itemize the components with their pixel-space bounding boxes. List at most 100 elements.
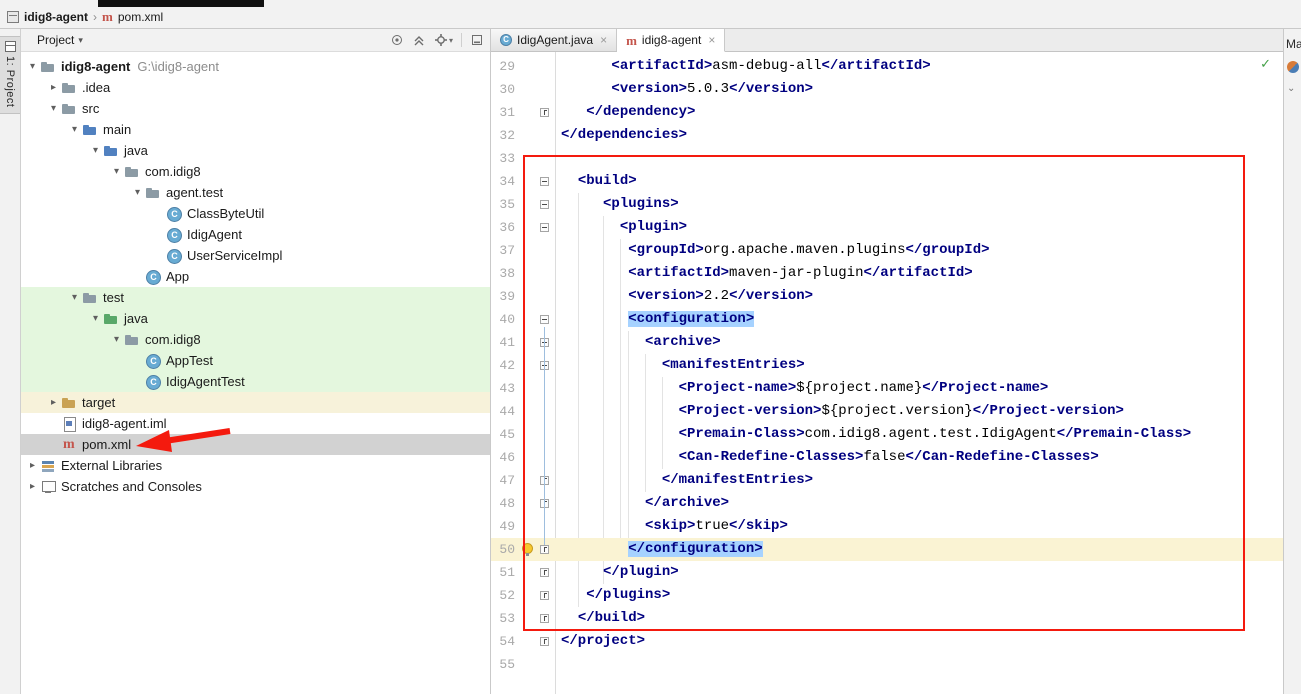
fold-start-marker[interactable] <box>540 223 549 232</box>
breadcrumb-project[interactable]: idig8-agent <box>24 10 88 24</box>
tree-collapsed-chevron-icon[interactable]: ▸ <box>25 460 40 471</box>
code-line-34[interactable]: 34 <build> <box>491 170 1283 193</box>
project-panel-title[interactable]: Project <box>37 33 74 47</box>
code-text[interactable]: </archive> <box>555 492 1283 515</box>
fold-end-marker[interactable] <box>540 108 549 117</box>
tree-item-idigagent[interactable]: IdigAgent <box>21 224 490 245</box>
tree-expanded-chevron-icon[interactable]: ▾ <box>67 124 82 135</box>
code-text[interactable]: </plugin> <box>555 561 1283 584</box>
code-text[interactable]: <version>2.2</version> <box>555 285 1283 308</box>
tab-idig8-agent-pom[interactable]: m idig8-agent × <box>617 29 726 52</box>
code-text[interactable]: </configuration> <box>555 538 1283 561</box>
code-text[interactable]: <Can-Redefine-Classes>false</Can-Redefin… <box>555 446 1283 469</box>
code-text[interactable]: <plugins> <box>555 193 1283 216</box>
code-line-49[interactable]: 49 <skip>true</skip> <box>491 515 1283 538</box>
close-icon[interactable]: × <box>600 33 607 47</box>
code-text[interactable]: <Premain-Class>com.idig8.agent.test.Idig… <box>555 423 1283 446</box>
fold-start-marker[interactable] <box>540 315 549 324</box>
tree-item-scratches-and-consoles[interactable]: ▸ Scratches and Consoles <box>21 476 490 497</box>
fold-start-marker[interactable] <box>540 200 549 209</box>
tree-expanded-chevron-icon[interactable]: ▾ <box>67 292 82 303</box>
tree-item--idea[interactable]: ▸ .idea <box>21 77 490 98</box>
fold-end-marker[interactable] <box>540 614 549 623</box>
tab-idigagent-java[interactable]: C IdigAgent.java × <box>491 29 618 51</box>
intention-bulb-icon[interactable] <box>522 543 533 556</box>
tree-item-src[interactable]: ▾ src <box>21 98 490 119</box>
code-line-33[interactable]: 33 <box>491 147 1283 170</box>
fold-end-marker[interactable] <box>540 568 549 577</box>
tree-item-agent-test[interactable]: ▾ agent.test <box>21 182 490 203</box>
code-text[interactable]: <groupId>org.apache.maven.plugins</group… <box>555 239 1283 262</box>
code-text[interactable]: </build> <box>555 607 1283 630</box>
code-line-51[interactable]: 51 </plugin> <box>491 561 1283 584</box>
code-text[interactable]: <artifactId>maven-jar-plugin</artifactId… <box>555 262 1283 285</box>
tree-collapsed-chevron-icon[interactable]: ▸ <box>25 481 40 492</box>
project-tool-window-button[interactable]: 1: Project <box>0 36 20 115</box>
tree-item-target[interactable]: ▸ target <box>21 392 490 413</box>
close-icon[interactable]: × <box>708 33 715 47</box>
code-line-32[interactable]: 32 </dependencies> <box>491 124 1283 147</box>
tree-item-userserviceimpl[interactable]: UserServiceImpl <box>21 245 490 266</box>
tree-item-java[interactable]: ▾ java <box>21 308 490 329</box>
panel-dropdown-icon[interactable]: ▾ <box>78 35 83 46</box>
collapse-all-icon[interactable] <box>412 33 426 47</box>
tree-item-app[interactable]: App <box>21 266 490 287</box>
code-text[interactable] <box>555 147 1283 170</box>
code-text[interactable]: <archive> <box>555 331 1283 354</box>
code-line-39[interactable]: 39 <version>2.2</version> <box>491 285 1283 308</box>
code-line-37[interactable]: 37 <groupId>org.apache.maven.plugins</gr… <box>491 239 1283 262</box>
code-line-36[interactable]: 36 <plugin> <box>491 216 1283 239</box>
code-text[interactable]: <artifactId>asm-debug-all</artifactId> <box>555 55 1283 78</box>
code-line-50[interactable]: 50 </configuration> <box>491 538 1283 561</box>
code-text[interactable]: <skip>true</skip> <box>555 515 1283 538</box>
fold-end-marker[interactable] <box>540 637 549 646</box>
fold-end-marker[interactable] <box>540 591 549 600</box>
chevron-down-icon[interactable]: ⌄ <box>1287 83 1295 94</box>
tree-item-com-idig8[interactable]: ▾ com.idig8 <box>21 329 490 350</box>
tree-item-main[interactable]: ▾ main <box>21 119 490 140</box>
tree-expanded-chevron-icon[interactable]: ▾ <box>25 61 40 72</box>
code-text[interactable]: <version>5.0.3</version> <box>555 78 1283 101</box>
fold-end-marker[interactable] <box>540 545 549 554</box>
gear-icon[interactable]: ▾ <box>434 33 453 47</box>
code-text[interactable]: </project> <box>555 630 1283 653</box>
code-text[interactable]: <Project-name>${project.name}</Project-n… <box>555 377 1283 400</box>
tree-item-classbyteutil[interactable]: ClassByteUtil <box>21 203 490 224</box>
tree-item-idig8-agent-iml[interactable]: idig8-agent.iml <box>21 413 490 434</box>
tree-item-java[interactable]: ▾ java <box>21 140 490 161</box>
code-line-53[interactable]: 53 </build> <box>491 607 1283 630</box>
tree-item-idigagenttest[interactable]: IdigAgentTest <box>21 371 490 392</box>
tree-item-test[interactable]: ▾ test <box>21 287 490 308</box>
code-line-42[interactable]: 42 <manifestEntries> <box>491 354 1283 377</box>
code-text[interactable]: <Project-version>${project.version}</Pro… <box>555 400 1283 423</box>
tree-expanded-chevron-icon[interactable]: ▾ <box>88 313 103 324</box>
code-line-44[interactable]: 44 <Project-version>${project.version}</… <box>491 400 1283 423</box>
tree-expanded-chevron-icon[interactable]: ▾ <box>88 145 103 156</box>
code-text[interactable]: </dependencies> <box>555 124 1283 147</box>
code-text[interactable]: <configuration> <box>555 308 1283 331</box>
code-text[interactable]: </manifestEntries> <box>555 469 1283 492</box>
code-text[interactable]: <manifestEntries> <box>555 354 1283 377</box>
code-text[interactable]: </dependency> <box>555 101 1283 124</box>
code-line-30[interactable]: 30 <version>5.0.3</version> <box>491 78 1283 101</box>
code-line-38[interactable]: 38 <artifactId>maven-jar-plugin</artifac… <box>491 262 1283 285</box>
code-line-41[interactable]: 41 <archive> <box>491 331 1283 354</box>
code-line-55[interactable]: 55 <box>491 653 1283 676</box>
tree-item-external-libraries[interactable]: ▸ External Libraries <box>21 455 490 476</box>
code-line-48[interactable]: 48 </archive> <box>491 492 1283 515</box>
hide-panel-icon[interactable] <box>470 33 484 47</box>
tree-collapsed-chevron-icon[interactable]: ▸ <box>46 397 61 408</box>
code-line-40[interactable]: 40 <configuration> <box>491 308 1283 331</box>
gradle-maven-icon[interactable] <box>1287 61 1299 73</box>
tree-collapsed-chevron-icon[interactable]: ▸ <box>46 82 61 93</box>
code-line-46[interactable]: 46 <Can-Redefine-Classes>false</Can-Rede… <box>491 446 1283 469</box>
code-text[interactable] <box>555 653 1283 676</box>
code-text[interactable]: <build> <box>555 170 1283 193</box>
code-editor[interactable]: 29 <artifactId>asm-debug-all</artifactId… <box>491 52 1283 694</box>
code-line-54[interactable]: 54 </project> <box>491 630 1283 653</box>
tree-expanded-chevron-icon[interactable]: ▾ <box>109 334 124 345</box>
code-line-43[interactable]: 43 <Project-name>${project.name}</Projec… <box>491 377 1283 400</box>
code-line-31[interactable]: 31 </dependency> <box>491 101 1283 124</box>
tree-item-apptest[interactable]: AppTest <box>21 350 490 371</box>
tree-expanded-chevron-icon[interactable]: ▾ <box>109 166 124 177</box>
